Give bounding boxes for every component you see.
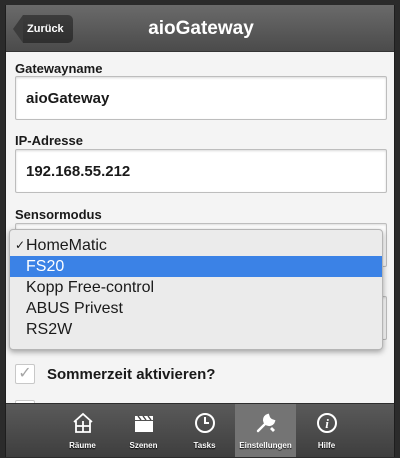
sensor-mode-label: Sensormodus (15, 207, 102, 222)
clapperboard-icon (134, 415, 153, 432)
tab-hilfe[interactable]: i Hilfe (296, 404, 357, 457)
option-rs2w[interactable]: RS2W (10, 319, 382, 340)
dst-row[interactable]: ✓ Sommerzeit aktivieren? (15, 361, 215, 387)
option-label: HomeMatic (26, 237, 107, 254)
option-fs20[interactable]: FS20 (10, 256, 382, 277)
option-label: RS2W (26, 321, 73, 338)
option-abus-privest[interactable]: ABUS Privest (10, 298, 382, 319)
tab-einstellungen[interactable]: Einstellungen (235, 404, 296, 457)
option-label: Kopp Free-control (26, 279, 155, 296)
tab-bar: Räume Szenen Tasks Einstellungen i Hilfe (6, 403, 394, 457)
clock-icon (194, 413, 215, 433)
house-icon (72, 412, 93, 433)
option-label: FS20 (26, 258, 65, 275)
sensor-mode-dropdown: ✓ HomeMatic FS20 Kopp Free-control ABUS … (9, 229, 383, 350)
back-button[interactable]: Zurück (13, 15, 73, 43)
dst-label: Sommerzeit aktivieren? (47, 365, 216, 383)
dst-checkbox[interactable]: ✓ (15, 364, 35, 384)
tab-label: Szenen (129, 441, 158, 450)
back-button-label: Zurück (23, 15, 73, 43)
wrench-icon (256, 413, 275, 433)
option-kopp-free-control[interactable]: Kopp Free-control (10, 277, 382, 298)
ip-address-label: IP-Adresse (15, 133, 83, 148)
tab-label: Tasks (193, 441, 216, 450)
back-arrow-icon (13, 15, 23, 43)
ip-address-input[interactable] (15, 149, 387, 193)
info-icon: i (316, 413, 337, 433)
tab-szenen[interactable]: Szenen (113, 404, 174, 457)
app-window: aioGateway Zurück Gatewayname IP-Adresse… (5, 5, 395, 457)
option-homematic[interactable]: ✓ HomeMatic (10, 235, 382, 256)
header-bar: aioGateway Zurück (6, 5, 394, 52)
check-icon: ✓ (15, 238, 26, 252)
tab-label: Hilfe (317, 441, 336, 450)
gateway-name-input[interactable] (15, 76, 387, 120)
option-label: ABUS Privest (26, 300, 123, 317)
gateway-name-label: Gatewayname (15, 61, 103, 76)
tab-raeume[interactable]: Räume (52, 404, 113, 457)
svg-text:i: i (325, 416, 329, 431)
tab-tasks[interactable]: Tasks (174, 404, 235, 457)
tab-label: Räume (69, 441, 96, 450)
tab-label: Einstellungen (239, 441, 292, 450)
